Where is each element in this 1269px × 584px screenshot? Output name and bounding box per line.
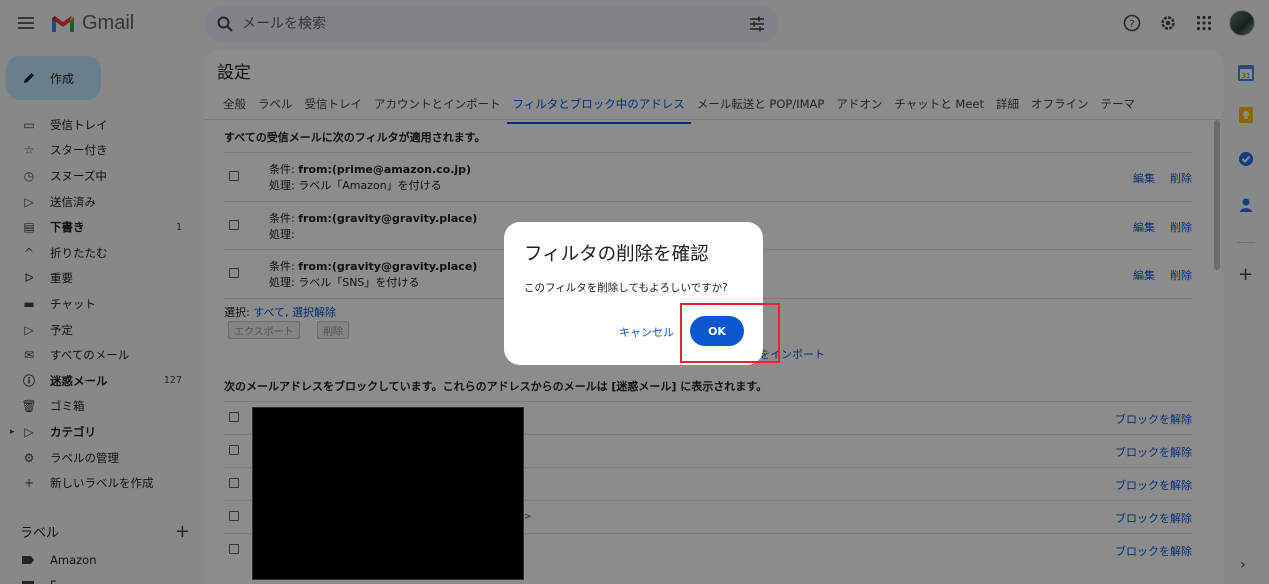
ok-highlight-box [680,303,780,363]
cancel-button[interactable]: キャンセル [619,324,674,340]
dialog-title: フィルタの削除を確認 [524,244,709,265]
dialog-message: このフィルタを削除してもよろしいですか? [524,282,728,294]
